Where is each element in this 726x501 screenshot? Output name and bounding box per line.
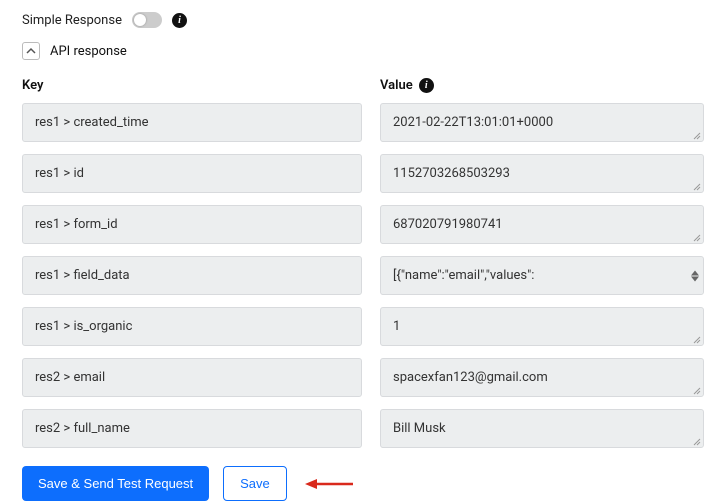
resize-grip-icon[interactable] bbox=[691, 129, 701, 139]
key-field[interactable]: res2 > email bbox=[22, 358, 362, 397]
header-key: Key bbox=[22, 78, 362, 93]
value-text: 1152703268503293 bbox=[393, 166, 510, 181]
resize-grip-icon[interactable] bbox=[691, 384, 701, 394]
resize-grip-icon[interactable] bbox=[691, 435, 701, 445]
info-icon[interactable]: i bbox=[172, 13, 187, 28]
value-field[interactable]: 687020791980741 bbox=[380, 205, 704, 244]
resize-grip-icon[interactable] bbox=[691, 231, 701, 241]
value-field[interactable]: 1152703268503293 bbox=[380, 154, 704, 193]
collapse-toggle[interactable] bbox=[22, 42, 40, 60]
key-text: res2 > email bbox=[35, 370, 105, 385]
simple-response-toggle[interactable] bbox=[132, 12, 162, 28]
table-row: res2 > email spacexfan123@gmail.com bbox=[22, 358, 704, 397]
key-field[interactable]: res1 > field_data bbox=[22, 256, 362, 295]
key-text: res1 > is_organic bbox=[35, 319, 132, 334]
table-row: res1 > is_organic 1 bbox=[22, 307, 704, 346]
section-header: API response bbox=[22, 42, 704, 60]
key-field[interactable]: res1 > is_organic bbox=[22, 307, 362, 346]
arrow-left-icon bbox=[305, 476, 353, 492]
key-text: res1 > field_data bbox=[35, 268, 130, 283]
key-field[interactable]: res1 > created_time bbox=[22, 103, 362, 142]
key-field[interactable]: res1 > id bbox=[22, 154, 362, 193]
table-row: res1 > field_data [{"name":"email","value… bbox=[22, 256, 704, 295]
resize-grip-icon[interactable] bbox=[691, 180, 701, 190]
table-row: res2 > full_name Bill Musk bbox=[22, 409, 704, 448]
save-button[interactable]: Save bbox=[223, 466, 287, 501]
value-text: [{"name":"email","values": bbox=[393, 268, 534, 283]
header-value: Value bbox=[380, 78, 413, 93]
value-field[interactable]: spacexfan123@gmail.com bbox=[380, 358, 704, 397]
stepper-icon[interactable] bbox=[691, 270, 699, 281]
info-icon[interactable]: i bbox=[419, 78, 434, 93]
resize-grip-icon[interactable] bbox=[691, 333, 701, 343]
value-text: Bill Musk bbox=[393, 421, 446, 436]
chevron-up-icon bbox=[26, 46, 36, 56]
section-title: API response bbox=[50, 44, 127, 59]
value-field[interactable]: Bill Musk bbox=[380, 409, 704, 448]
toggle-knob bbox=[134, 14, 146, 26]
key-text: res1 > form_id bbox=[35, 217, 118, 232]
value-field[interactable]: 2021-02-22T13:01:01+0000 bbox=[380, 103, 704, 142]
table-row: res1 > id 1152703268503293 bbox=[22, 154, 704, 193]
column-headers: Key Value i bbox=[22, 78, 704, 93]
key-text: res1 > id bbox=[35, 166, 84, 181]
value-field[interactable]: [{"name":"email","values": bbox=[380, 256, 704, 295]
save-send-button[interactable]: Save & Send Test Request bbox=[22, 466, 209, 501]
value-field[interactable]: 1 bbox=[380, 307, 704, 346]
button-row: Save & Send Test Request Save bbox=[22, 466, 704, 501]
table-row: res1 > created_time 2021-02-22T13:01:01+0… bbox=[22, 103, 704, 142]
key-field[interactable]: res1 > form_id bbox=[22, 205, 362, 244]
value-text: spacexfan123@gmail.com bbox=[393, 370, 548, 385]
kv-rows: res1 > created_time 2021-02-22T13:01:01+0… bbox=[22, 103, 704, 448]
key-text: res2 > full_name bbox=[35, 421, 130, 436]
table-row: res1 > form_id 687020791980741 bbox=[22, 205, 704, 244]
key-text: res1 > created_time bbox=[35, 115, 149, 130]
key-field[interactable]: res2 > full_name bbox=[22, 409, 362, 448]
simple-response-row: Simple Response i bbox=[22, 12, 704, 28]
value-text: 1 bbox=[393, 319, 400, 334]
simple-response-label: Simple Response bbox=[22, 13, 122, 28]
value-text: 2021-02-22T13:01:01+0000 bbox=[393, 115, 553, 130]
arrow-annotation bbox=[305, 476, 353, 492]
value-text: 687020791980741 bbox=[393, 217, 503, 232]
